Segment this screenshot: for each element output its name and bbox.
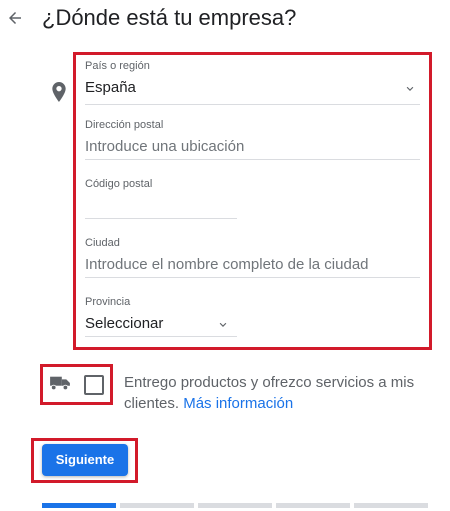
arrow-left-icon[interactable] — [6, 9, 24, 27]
address-field[interactable]: Dirección postal Introduce una ubicación — [85, 119, 420, 161]
truck-icon — [50, 376, 70, 391]
city-field[interactable]: Ciudad Introduce el nombre completo de l… — [85, 237, 420, 279]
page-title: ¿Dónde está tu empresa? — [42, 5, 297, 30]
delivery-checkbox[interactable] — [84, 375, 104, 395]
country-select[interactable]: País o región España — [85, 60, 420, 105]
city-underline — [85, 277, 420, 278]
delivery-text: Entrego productos y ofrezco servicios a … — [124, 372, 424, 414]
chevron-down-icon — [219, 322, 227, 327]
progress-segment — [120, 503, 194, 508]
progress-segment — [354, 503, 428, 508]
province-value: Seleccionar — [85, 315, 164, 332]
map-pin-icon — [52, 82, 66, 102]
page: ¿Dónde está tu empresa? País o región Es… — [0, 0, 450, 511]
province-label: Provincia — [85, 296, 131, 308]
postal-code-label: Código postal — [85, 178, 153, 190]
postal-code-field[interactable]: Código postal — [85, 178, 237, 220]
address-underline — [85, 159, 420, 160]
country-label: País o región — [85, 60, 150, 72]
progress-segment — [276, 503, 350, 508]
address-input[interactable]: Introduce una ubicación — [85, 138, 244, 155]
address-label: Dirección postal — [85, 119, 164, 131]
progress-segment — [198, 503, 272, 508]
more-info-link[interactable]: Más información — [183, 395, 293, 412]
next-button[interactable]: Siguiente — [42, 444, 128, 476]
province-select[interactable]: Provincia Seleccionar — [85, 296, 237, 338]
chevron-down-icon — [406, 86, 414, 91]
country-value: España — [85, 79, 136, 96]
progress-bar — [42, 503, 428, 508]
city-label: Ciudad — [85, 237, 120, 249]
progress-segment — [42, 503, 116, 508]
postal-code-underline — [85, 218, 237, 219]
province-underline — [85, 336, 237, 337]
city-input[interactable]: Introduce el nombre completo de la ciuda… — [85, 256, 369, 273]
country-underline — [85, 104, 420, 105]
